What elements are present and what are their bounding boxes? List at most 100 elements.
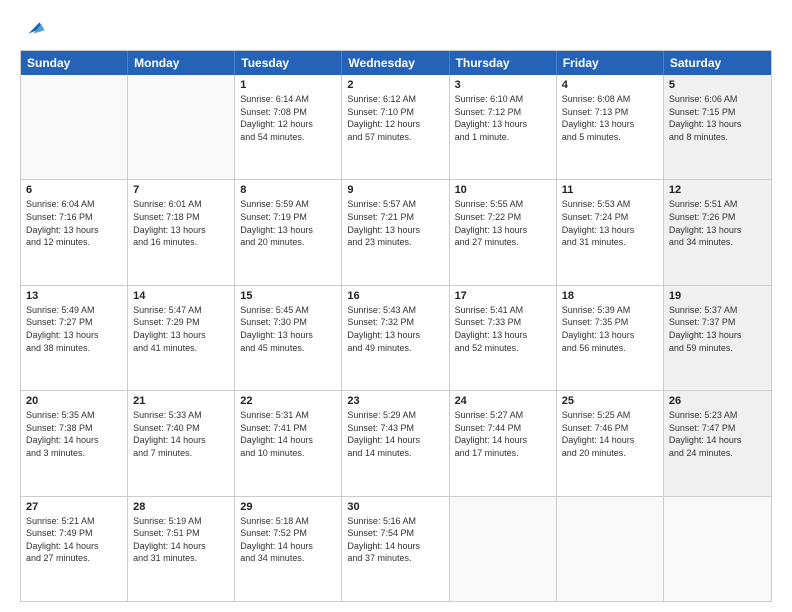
day-number: 18 bbox=[562, 290, 658, 302]
calendar-body: 1 Sunrise: 6:14 AM Sunset: 7:08 PM Daylig… bbox=[21, 75, 771, 601]
day-number: 22 bbox=[240, 395, 336, 407]
day-info: Sunrise: 5:47 AM Sunset: 7:29 PM Dayligh… bbox=[133, 304, 229, 354]
day-info: Sunrise: 5:31 AM Sunset: 7:41 PM Dayligh… bbox=[240, 409, 336, 459]
day-number: 29 bbox=[240, 501, 336, 513]
header bbox=[20, 16, 772, 40]
calendar-cell: 10Sunrise: 5:55 AM Sunset: 7:22 PM Dayli… bbox=[450, 180, 557, 284]
day-info: Sunrise: 5:43 AM Sunset: 7:32 PM Dayligh… bbox=[347, 304, 443, 354]
day-number: 14 bbox=[133, 290, 229, 302]
day-info: Sunrise: 5:57 AM Sunset: 7:21 PM Dayligh… bbox=[347, 198, 443, 248]
day-info: Sunrise: 6:04 AM Sunset: 7:16 PM Dayligh… bbox=[26, 198, 122, 248]
calendar-row: 27 Sunrise: 5:21 AM Sunset: 7:49 PM Dayli… bbox=[21, 496, 771, 601]
day-number: 20 bbox=[26, 395, 122, 407]
calendar-cell bbox=[664, 497, 771, 601]
day-info: Sunrise: 5:19 AM Sunset: 7:51 PM Dayligh… bbox=[133, 515, 229, 565]
day-number: 9 bbox=[347, 184, 443, 196]
logo bbox=[20, 16, 46, 40]
calendar-cell: 21 Sunrise: 5:33 AM Sunset: 7:40 PM Dayli… bbox=[128, 391, 235, 495]
day-number: 12 bbox=[669, 184, 766, 196]
logo-icon bbox=[22, 16, 46, 40]
calendar-cell: 30 Sunrise: 5:16 AM Sunset: 7:54 PM Dayli… bbox=[342, 497, 449, 601]
header-day-wednesday: Wednesday bbox=[342, 51, 449, 75]
calendar-cell: 26 Sunrise: 5:23 AM Sunset: 7:47 PM Dayli… bbox=[664, 391, 771, 495]
day-info: Sunrise: 5:59 AM Sunset: 7:19 PM Dayligh… bbox=[240, 198, 336, 248]
day-info: Sunrise: 5:21 AM Sunset: 7:49 PM Dayligh… bbox=[26, 515, 122, 565]
calendar-cell: 15 Sunrise: 5:45 AM Sunset: 7:30 PM Dayli… bbox=[235, 286, 342, 390]
day-info: Sunrise: 5:39 AM Sunset: 7:35 PM Dayligh… bbox=[562, 304, 658, 354]
day-number: 25 bbox=[562, 395, 658, 407]
day-number: 17 bbox=[455, 290, 551, 302]
calendar-cell: 13Sunrise: 5:49 AM Sunset: 7:27 PM Dayli… bbox=[21, 286, 128, 390]
calendar-cell bbox=[21, 75, 128, 179]
calendar-cell: 20Sunrise: 5:35 AM Sunset: 7:38 PM Dayli… bbox=[21, 391, 128, 495]
calendar-cell: 14 Sunrise: 5:47 AM Sunset: 7:29 PM Dayli… bbox=[128, 286, 235, 390]
day-number: 21 bbox=[133, 395, 229, 407]
day-info: Sunrise: 6:08 AM Sunset: 7:13 PM Dayligh… bbox=[562, 93, 658, 143]
day-info: Sunrise: 5:41 AM Sunset: 7:33 PM Dayligh… bbox=[455, 304, 551, 354]
header-day-tuesday: Tuesday bbox=[235, 51, 342, 75]
calendar-cell: 3 Sunrise: 6:10 AM Sunset: 7:12 PM Daylig… bbox=[450, 75, 557, 179]
day-info: Sunrise: 5:49 AM Sunset: 7:27 PM Dayligh… bbox=[26, 304, 122, 354]
day-info: Sunrise: 5:16 AM Sunset: 7:54 PM Dayligh… bbox=[347, 515, 443, 565]
day-info: Sunrise: 6:14 AM Sunset: 7:08 PM Dayligh… bbox=[240, 93, 336, 143]
calendar-cell: 12 Sunrise: 5:51 AM Sunset: 7:26 PM Dayli… bbox=[664, 180, 771, 284]
calendar-cell: 25 Sunrise: 5:25 AM Sunset: 7:46 PM Dayli… bbox=[557, 391, 664, 495]
header-day-sunday: Sunday bbox=[21, 51, 128, 75]
day-info: Sunrise: 5:45 AM Sunset: 7:30 PM Dayligh… bbox=[240, 304, 336, 354]
day-number: 5 bbox=[669, 79, 766, 91]
day-info: Sunrise: 6:06 AM Sunset: 7:15 PM Dayligh… bbox=[669, 93, 766, 143]
calendar-row: 6 Sunrise: 6:04 AM Sunset: 7:16 PM Daylig… bbox=[21, 179, 771, 284]
calendar-cell: 7Sunrise: 6:01 AM Sunset: 7:18 PM Daylig… bbox=[128, 180, 235, 284]
day-info: Sunrise: 6:10 AM Sunset: 7:12 PM Dayligh… bbox=[455, 93, 551, 143]
calendar-cell: 22 Sunrise: 5:31 AM Sunset: 7:41 PM Dayli… bbox=[235, 391, 342, 495]
day-number: 23 bbox=[347, 395, 443, 407]
day-number: 26 bbox=[669, 395, 766, 407]
calendar-header: SundayMondayTuesdayWednesdayThursdayFrid… bbox=[21, 51, 771, 75]
day-info: Sunrise: 5:25 AM Sunset: 7:46 PM Dayligh… bbox=[562, 409, 658, 459]
day-info: Sunrise: 5:53 AM Sunset: 7:24 PM Dayligh… bbox=[562, 198, 658, 248]
page: SundayMondayTuesdayWednesdayThursdayFrid… bbox=[0, 0, 792, 612]
day-number: 19 bbox=[669, 290, 766, 302]
calendar-cell: 9 Sunrise: 5:57 AM Sunset: 7:21 PM Daylig… bbox=[342, 180, 449, 284]
day-number: 28 bbox=[133, 501, 229, 513]
day-number: 1 bbox=[240, 79, 336, 91]
calendar-row: 20Sunrise: 5:35 AM Sunset: 7:38 PM Dayli… bbox=[21, 390, 771, 495]
calendar: SundayMondayTuesdayWednesdayThursdayFrid… bbox=[20, 50, 772, 602]
calendar-cell: 1 Sunrise: 6:14 AM Sunset: 7:08 PM Daylig… bbox=[235, 75, 342, 179]
day-info: Sunrise: 5:23 AM Sunset: 7:47 PM Dayligh… bbox=[669, 409, 766, 459]
calendar-cell: 27 Sunrise: 5:21 AM Sunset: 7:49 PM Dayli… bbox=[21, 497, 128, 601]
calendar-row: 1 Sunrise: 6:14 AM Sunset: 7:08 PM Daylig… bbox=[21, 75, 771, 179]
calendar-cell: 18 Sunrise: 5:39 AM Sunset: 7:35 PM Dayli… bbox=[557, 286, 664, 390]
day-info: Sunrise: 5:27 AM Sunset: 7:44 PM Dayligh… bbox=[455, 409, 551, 459]
calendar-cell bbox=[450, 497, 557, 601]
day-number: 24 bbox=[455, 395, 551, 407]
day-number: 27 bbox=[26, 501, 122, 513]
calendar-cell: 6 Sunrise: 6:04 AM Sunset: 7:16 PM Daylig… bbox=[21, 180, 128, 284]
day-info: Sunrise: 5:29 AM Sunset: 7:43 PM Dayligh… bbox=[347, 409, 443, 459]
calendar-cell: 11Sunrise: 5:53 AM Sunset: 7:24 PM Dayli… bbox=[557, 180, 664, 284]
day-number: 8 bbox=[240, 184, 336, 196]
calendar-row: 13Sunrise: 5:49 AM Sunset: 7:27 PM Dayli… bbox=[21, 285, 771, 390]
day-number: 30 bbox=[347, 501, 443, 513]
calendar-cell: 4Sunrise: 6:08 AM Sunset: 7:13 PM Daylig… bbox=[557, 75, 664, 179]
calendar-cell: 2Sunrise: 6:12 AM Sunset: 7:10 PM Daylig… bbox=[342, 75, 449, 179]
day-info: Sunrise: 5:55 AM Sunset: 7:22 PM Dayligh… bbox=[455, 198, 551, 248]
calendar-cell: 29Sunrise: 5:18 AM Sunset: 7:52 PM Dayli… bbox=[235, 497, 342, 601]
header-day-monday: Monday bbox=[128, 51, 235, 75]
day-number: 6 bbox=[26, 184, 122, 196]
day-info: Sunrise: 5:33 AM Sunset: 7:40 PM Dayligh… bbox=[133, 409, 229, 459]
calendar-cell: 24 Sunrise: 5:27 AM Sunset: 7:44 PM Dayli… bbox=[450, 391, 557, 495]
calendar-cell: 16 Sunrise: 5:43 AM Sunset: 7:32 PM Dayli… bbox=[342, 286, 449, 390]
calendar-cell: 8 Sunrise: 5:59 AM Sunset: 7:19 PM Daylig… bbox=[235, 180, 342, 284]
calendar-cell: 19 Sunrise: 5:37 AM Sunset: 7:37 PM Dayli… bbox=[664, 286, 771, 390]
day-info: Sunrise: 5:37 AM Sunset: 7:37 PM Dayligh… bbox=[669, 304, 766, 354]
header-day-saturday: Saturday bbox=[664, 51, 771, 75]
calendar-cell: 23 Sunrise: 5:29 AM Sunset: 7:43 PM Dayli… bbox=[342, 391, 449, 495]
day-number: 3 bbox=[455, 79, 551, 91]
calendar-cell: 5 Sunrise: 6:06 AM Sunset: 7:15 PM Daylig… bbox=[664, 75, 771, 179]
day-number: 7 bbox=[133, 184, 229, 196]
day-number: 15 bbox=[240, 290, 336, 302]
day-number: 16 bbox=[347, 290, 443, 302]
day-info: Sunrise: 5:51 AM Sunset: 7:26 PM Dayligh… bbox=[669, 198, 766, 248]
day-info: Sunrise: 6:12 AM Sunset: 7:10 PM Dayligh… bbox=[347, 93, 443, 143]
